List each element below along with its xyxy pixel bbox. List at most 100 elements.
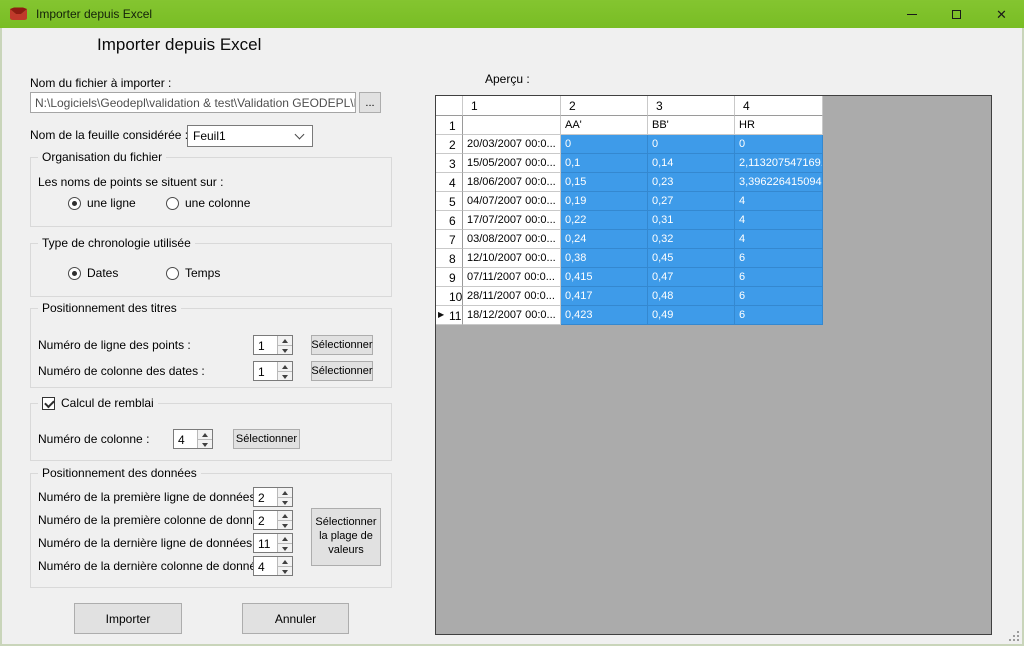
stepper-arrows[interactable] [277,511,292,529]
grid-cell[interactable]: 0,417 [561,287,648,306]
row-header[interactable]: ▶11 [436,306,463,325]
select-remblai-button[interactable]: Sélectionner [233,429,300,449]
grid-cell[interactable]: 0,45 [648,249,735,268]
grid-cell[interactable]: 0,27 [648,192,735,211]
resize-grip[interactable] [1007,629,1019,641]
grid-cell[interactable]: 4 [735,230,823,249]
grid-cell[interactable]: HR [735,116,823,135]
grid-cell[interactable]: 0,1 [561,154,648,173]
stepper-arrows[interactable] [277,557,292,575]
row-header[interactable]: 1 [436,116,463,135]
row-header[interactable]: 4 [436,173,463,192]
grid-cell[interactable] [463,116,561,135]
radio-une-colonne[interactable]: une colonne [166,196,250,210]
column-header[interactable]: 2 [561,96,648,116]
premiere-colonne-stepper[interactable]: 2 [253,510,293,530]
up-arrow-icon[interactable] [278,511,292,521]
minimize-button[interactable] [889,0,934,28]
grid-cell[interactable]: 6 [735,249,823,268]
sheet-select[interactable]: Feuil1 [187,125,313,147]
grid-cell[interactable]: 6 [735,268,823,287]
file-path-input[interactable]: N:\Logiciels\Geodepl\validation & test\V… [30,92,356,113]
row-header[interactable]: 9 [436,268,463,287]
premiere-ligne-stepper[interactable]: 2 [253,487,293,507]
grid-cell[interactable]: 4 [735,192,823,211]
stepper-arrows[interactable] [277,362,292,380]
grid-cell[interactable]: 0,32 [648,230,735,249]
row-header[interactable]: 2 [436,135,463,154]
down-arrow-icon[interactable] [278,346,292,355]
grid-cell[interactable]: BB' [648,116,735,135]
up-arrow-icon[interactable] [198,430,212,440]
grid-cell[interactable]: 12/10/2007 00:0... [463,249,561,268]
grid-cell[interactable]: 0 [648,135,735,154]
stepper-arrows[interactable] [277,488,292,506]
grid-cell[interactable]: 07/11/2007 00:0... [463,268,561,287]
down-arrow-icon[interactable] [278,544,292,553]
grid-cell[interactable]: 0,14 [648,154,735,173]
grid-cell[interactable]: 18/06/2007 00:0... [463,173,561,192]
up-arrow-icon[interactable] [278,557,292,567]
stepper-arrows[interactable] [197,430,212,448]
derniere-colonne-stepper[interactable]: 4 [253,556,293,576]
select-range-button[interactable]: Sélectionner la plage de valeurs [311,508,381,566]
down-arrow-icon[interactable] [278,521,292,530]
row-header[interactable]: 3 [436,154,463,173]
grid-cell[interactable]: 04/07/2007 00:0... [463,192,561,211]
remblai-checkbox[interactable]: Calcul de remblai [38,396,158,410]
down-arrow-icon[interactable] [278,498,292,507]
grid-cell[interactable]: 03/08/2007 00:0... [463,230,561,249]
grid-cell[interactable]: 0,22 [561,211,648,230]
up-arrow-icon[interactable] [278,336,292,346]
grid-cell[interactable]: 17/07/2007 00:0... [463,211,561,230]
grid-cell[interactable]: 4 [735,211,823,230]
select-colonne-dates-button[interactable]: Sélectionner [311,361,373,381]
stepper-arrows[interactable] [277,336,292,354]
down-arrow-icon[interactable] [198,440,212,449]
radio-temps[interactable]: Temps [166,266,220,280]
down-arrow-icon[interactable] [278,567,292,576]
grid-cell[interactable]: 0 [561,135,648,154]
grid-cell[interactable]: 0,47 [648,268,735,287]
radio-une-ligne[interactable]: une ligne [68,196,136,210]
grid-cell[interactable]: AA' [561,116,648,135]
grid-cell[interactable]: 0 [735,135,823,154]
import-button[interactable]: Importer [74,603,182,634]
grid-cell[interactable]: 6 [735,287,823,306]
grid-cell[interactable]: 28/11/2007 00:0... [463,287,561,306]
grid-cell[interactable]: 0,23 [648,173,735,192]
column-header[interactable]: 4 [735,96,823,116]
up-arrow-icon[interactable] [278,362,292,372]
derniere-ligne-stepper[interactable]: 11 [253,533,293,553]
browse-button[interactable]: ... [359,92,381,113]
up-arrow-icon[interactable] [278,534,292,544]
grid-cell[interactable]: 0,38 [561,249,648,268]
grid-cell[interactable]: 20/03/2007 00:0... [463,135,561,154]
select-ligne-points-button[interactable]: Sélectionner [311,335,373,355]
remblai-colonne-stepper[interactable]: 4 [173,429,213,449]
close-button[interactable]: ✕ [979,0,1024,28]
grid-cell[interactable]: 0,415 [561,268,648,287]
grid-cell[interactable]: 0,15 [561,173,648,192]
grid-cell[interactable]: 6 [735,306,823,325]
grid-cell[interactable]: 15/05/2007 00:0... [463,154,561,173]
grid-cell[interactable]: 3,396226415094... [735,173,823,192]
grid-cell[interactable]: 18/12/2007 00:0... [463,306,561,325]
grid-cell[interactable]: 2,113207547169... [735,154,823,173]
grid-cell[interactable]: 0,423 [561,306,648,325]
stepper-arrows[interactable] [277,534,292,552]
grid-cell[interactable]: 0,31 [648,211,735,230]
grid-cell[interactable]: 0,24 [561,230,648,249]
up-arrow-icon[interactable] [278,488,292,498]
ligne-points-stepper[interactable]: 1 [253,335,293,355]
cancel-button[interactable]: Annuler [242,603,349,634]
column-header[interactable]: 3 [648,96,735,116]
grid-cell[interactable]: 0,49 [648,306,735,325]
colonne-dates-stepper[interactable]: 1 [253,361,293,381]
row-header[interactable]: 6 [436,211,463,230]
row-header[interactable]: 8 [436,249,463,268]
row-header[interactable]: 10 [436,287,463,306]
grid-cell[interactable]: 0,19 [561,192,648,211]
row-header[interactable]: 5 [436,192,463,211]
column-header[interactable]: 1 [463,96,561,116]
